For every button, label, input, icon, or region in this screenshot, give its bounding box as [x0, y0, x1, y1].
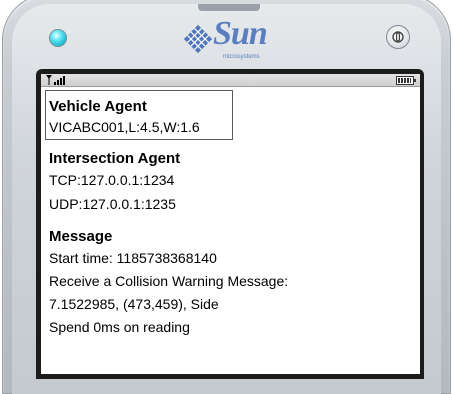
power-button[interactable] — [387, 26, 409, 48]
brand-subtitle: microsystems — [223, 54, 260, 60]
power-icon — [392, 31, 404, 43]
message-line: 7.1522985, (473,459), Side — [49, 296, 219, 312]
phone-screen: Vehicle Agent VICABC001,L:4.5,W:1.6 Inte… — [41, 74, 420, 374]
vehicle-agent-value[interactable]: VICABC001,L:4.5,W:1.6 — [49, 119, 200, 135]
message-line: Receive a Collision Warning Message: — [49, 273, 289, 289]
message-heading: Message — [49, 228, 113, 245]
battery-icon — [396, 76, 416, 85]
status-bar — [41, 74, 420, 87]
intersection-agent-heading: Intersection Agent — [49, 150, 181, 167]
sun-logo: Sun microsystems — [183, 10, 283, 64]
vehicle-agent-heading: Vehicle Agent — [49, 98, 147, 115]
intersection-tcp-value: TCP:127.0.0.1:1234 — [49, 172, 175, 188]
sun-diamond-icon — [183, 24, 213, 54]
message-line: Spend 0ms on reading — [49, 319, 190, 335]
intersection-udp-value: UDP:127.0.0.1:1235 — [49, 196, 176, 212]
message-line: Start time: 1185738368140 — [49, 250, 217, 266]
status-led-icon — [50, 30, 66, 46]
brand-name: Sun — [213, 15, 268, 52]
signal-strength-icon — [46, 75, 65, 85]
